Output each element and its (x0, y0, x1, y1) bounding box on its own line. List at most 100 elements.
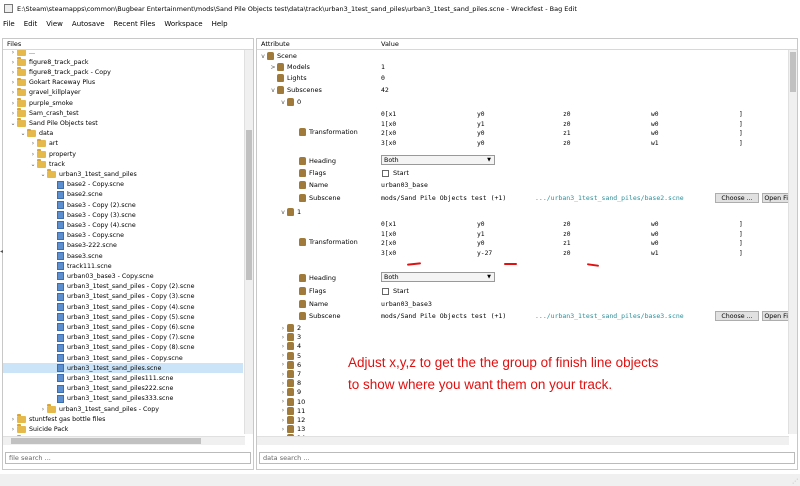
expand-right-icon[interactable]: › (279, 426, 287, 433)
menu-file[interactable]: File (3, 20, 15, 28)
data-scroll-thumb[interactable] (790, 52, 796, 92)
data-vertical-scrollbar[interactable] (788, 50, 797, 434)
matrix-cell[interactable]: 1[x0 (381, 121, 396, 128)
expand-right-icon[interactable]: › (279, 343, 287, 350)
models-row[interactable]: > Models (269, 62, 310, 72)
expand-right-icon[interactable]: › (279, 417, 287, 424)
matrix-cell[interactable]: w0 (651, 231, 659, 238)
file-item[interactable]: base2.scne (49, 190, 103, 200)
expand-right-icon[interactable]: › (9, 110, 17, 117)
matrix-cell[interactable]: y1 (477, 121, 485, 128)
scene-row[interactable]: v Scene (259, 51, 297, 61)
matrix-cell[interactable]: z0 (563, 140, 571, 147)
menu-recent-files[interactable]: Recent Files (114, 20, 156, 28)
expand-right-icon[interactable]: › (9, 69, 17, 76)
expand-right-icon[interactable]: › (9, 79, 17, 86)
file-item[interactable]: urban3_1test_sand_piles - Copy (3).scne (49, 292, 195, 302)
folder-item[interactable]: › Suicide Pack (9, 424, 68, 434)
matrix-cell[interactable]: 3[x0 (381, 140, 396, 147)
file-item[interactable]: urban3_1test_sand_piles - Copy.scne (49, 353, 183, 363)
matrix-cell[interactable]: z1 (563, 240, 571, 247)
expand-down-icon[interactable]: ⌄ (39, 171, 47, 178)
expand-arrow-icon[interactable]: > (269, 64, 277, 71)
folder-item[interactable]: ⌄ Sand Pile Objects test (9, 118, 98, 128)
files-vertical-scrollbar[interactable] (244, 50, 253, 434)
file-item[interactable]: urban3_1test_sand_piles - Copy (7).scne (49, 333, 195, 343)
folder-item[interactable]: › purple_smoke (9, 98, 73, 108)
folder-item[interactable]: › property (29, 149, 76, 159)
expand-right-icon[interactable]: › (279, 361, 287, 368)
matrix-cell[interactable]: 2[x0 (381, 130, 396, 137)
file-item[interactable]: urban3_1test_sand_piles - Copy (6).scne (49, 322, 195, 332)
expand-right-icon[interactable]: › (29, 140, 37, 147)
choose-0-button[interactable]: Choose ... (715, 193, 759, 203)
matrix-cell[interactable]: w1 (651, 140, 659, 147)
file-item[interactable]: urban3_1test_sand_piles222.scne (49, 384, 173, 394)
expand-down-icon[interactable]: ⌄ (19, 130, 27, 137)
folder-item[interactable]: ⌄ urban3_1test_sand_piles (39, 169, 137, 179)
folder-item[interactable]: ›... (9, 50, 35, 57)
file-item[interactable]: base3 - Copy.scne (49, 231, 124, 241)
folder-item[interactable]: › art (29, 138, 58, 149)
matrix-cell[interactable]: z0 (563, 231, 571, 238)
file-item[interactable]: base3 - Copy (3).scne (49, 210, 136, 220)
expand-right-icon[interactable]: › (9, 89, 17, 96)
start-1-checkbox[interactable] (382, 288, 389, 295)
menu-workspace[interactable]: Workspace (164, 20, 202, 28)
matrix-cell[interactable]: z0 (563, 221, 571, 228)
expand-right-icon[interactable]: › (9, 416, 17, 423)
subscenes-row[interactable]: v Subscenes (269, 85, 322, 95)
resize-grip-icon[interactable]: ⋰ (792, 478, 798, 485)
matrix-cell[interactable]: y1 (477, 231, 485, 238)
expand-right-icon[interactable]: › (279, 398, 287, 405)
expand-right-icon[interactable]: › (9, 50, 17, 56)
folder-item[interactable]: ⌄ track (29, 159, 65, 169)
matrix-cell[interactable]: w0 (651, 111, 659, 118)
expand-right-icon[interactable]: › (279, 352, 287, 359)
file-item[interactable]: base3-222.scne (49, 241, 117, 251)
menu-help[interactable]: Help (212, 20, 228, 28)
file-item[interactable]: urban3_1test_sand_piles - Copy (2).scne (49, 282, 195, 292)
file-item[interactable]: urban03_base3 - Copy.scne (49, 271, 154, 281)
subscene-0-link[interactable]: .../urban3_1test_sand_piles/base2.scne (535, 194, 684, 202)
data-horizontal-scrollbar[interactable] (257, 436, 789, 445)
matrix-cell[interactable]: w1 (651, 250, 659, 257)
file-item[interactable]: track111.scne (49, 261, 112, 271)
expand-arrow-icon[interactable]: v (279, 209, 287, 216)
file-item[interactable]: base3 - Copy (4).scne (49, 220, 136, 230)
name-0-value[interactable]: urban03_base (381, 181, 428, 189)
matrix-cell[interactable]: 3[x0 (381, 250, 396, 257)
expand-right-icon[interactable]: › (9, 426, 17, 433)
matrix-cell[interactable]: 1[x0 (381, 231, 396, 238)
matrix-cell[interactable]: y0 (477, 130, 485, 137)
subscene-1-link[interactable]: .../urban3_1test_sand_piles/base3.scne (535, 312, 684, 320)
expand-right-icon[interactable]: › (279, 407, 287, 414)
file-item[interactable]: urban3_1test_sand_piles - Copy (8).scne (49, 343, 195, 353)
folder-item[interactable]: › Sam_crash_test (9, 108, 79, 118)
heading-1-dropdown[interactable]: Both ▼ (381, 272, 495, 282)
matrix-cell[interactable]: z0 (563, 121, 571, 128)
expand-right-icon[interactable]: › (279, 325, 287, 332)
files-horizontal-scrollbar[interactable] (3, 436, 245, 445)
matrix-cell[interactable]: y0 (477, 111, 485, 118)
file-item[interactable]: base2 - Copy.scne (49, 180, 124, 190)
expand-down-icon[interactable]: ⌄ (29, 161, 37, 168)
folder-item[interactable]: ⌄ data (19, 128, 53, 139)
folder-item[interactable]: › stuntfest gas bottle files (9, 414, 105, 424)
files-hscroll-thumb[interactable] (11, 438, 201, 444)
expand-right-icon[interactable]: › (279, 389, 287, 396)
menu-autosave[interactable]: Autosave (72, 20, 105, 28)
file-item[interactable]: urban3_1test_sand_piles - Copy (5).scne (49, 312, 195, 322)
expand-right-icon[interactable]: › (39, 406, 47, 413)
subscene-0-row[interactable]: v 0 (279, 97, 301, 107)
matrix-cell[interactable]: z0 (563, 111, 571, 118)
expand-right-icon[interactable]: › (9, 59, 17, 66)
matrix-cell[interactable]: y-27 (477, 250, 492, 257)
matrix-cell[interactable]: w0 (651, 240, 659, 247)
lights-row[interactable]: Lights (277, 73, 307, 83)
matrix-cell[interactable]: 0[x1 (381, 111, 396, 118)
choose-1-button[interactable]: Choose ... (715, 311, 759, 321)
file-item[interactable]: urban3_1test_sand_piles.scne (3, 363, 243, 374)
expand-right-icon[interactable]: › (279, 334, 287, 341)
start-0-checkbox[interactable] (382, 170, 389, 177)
